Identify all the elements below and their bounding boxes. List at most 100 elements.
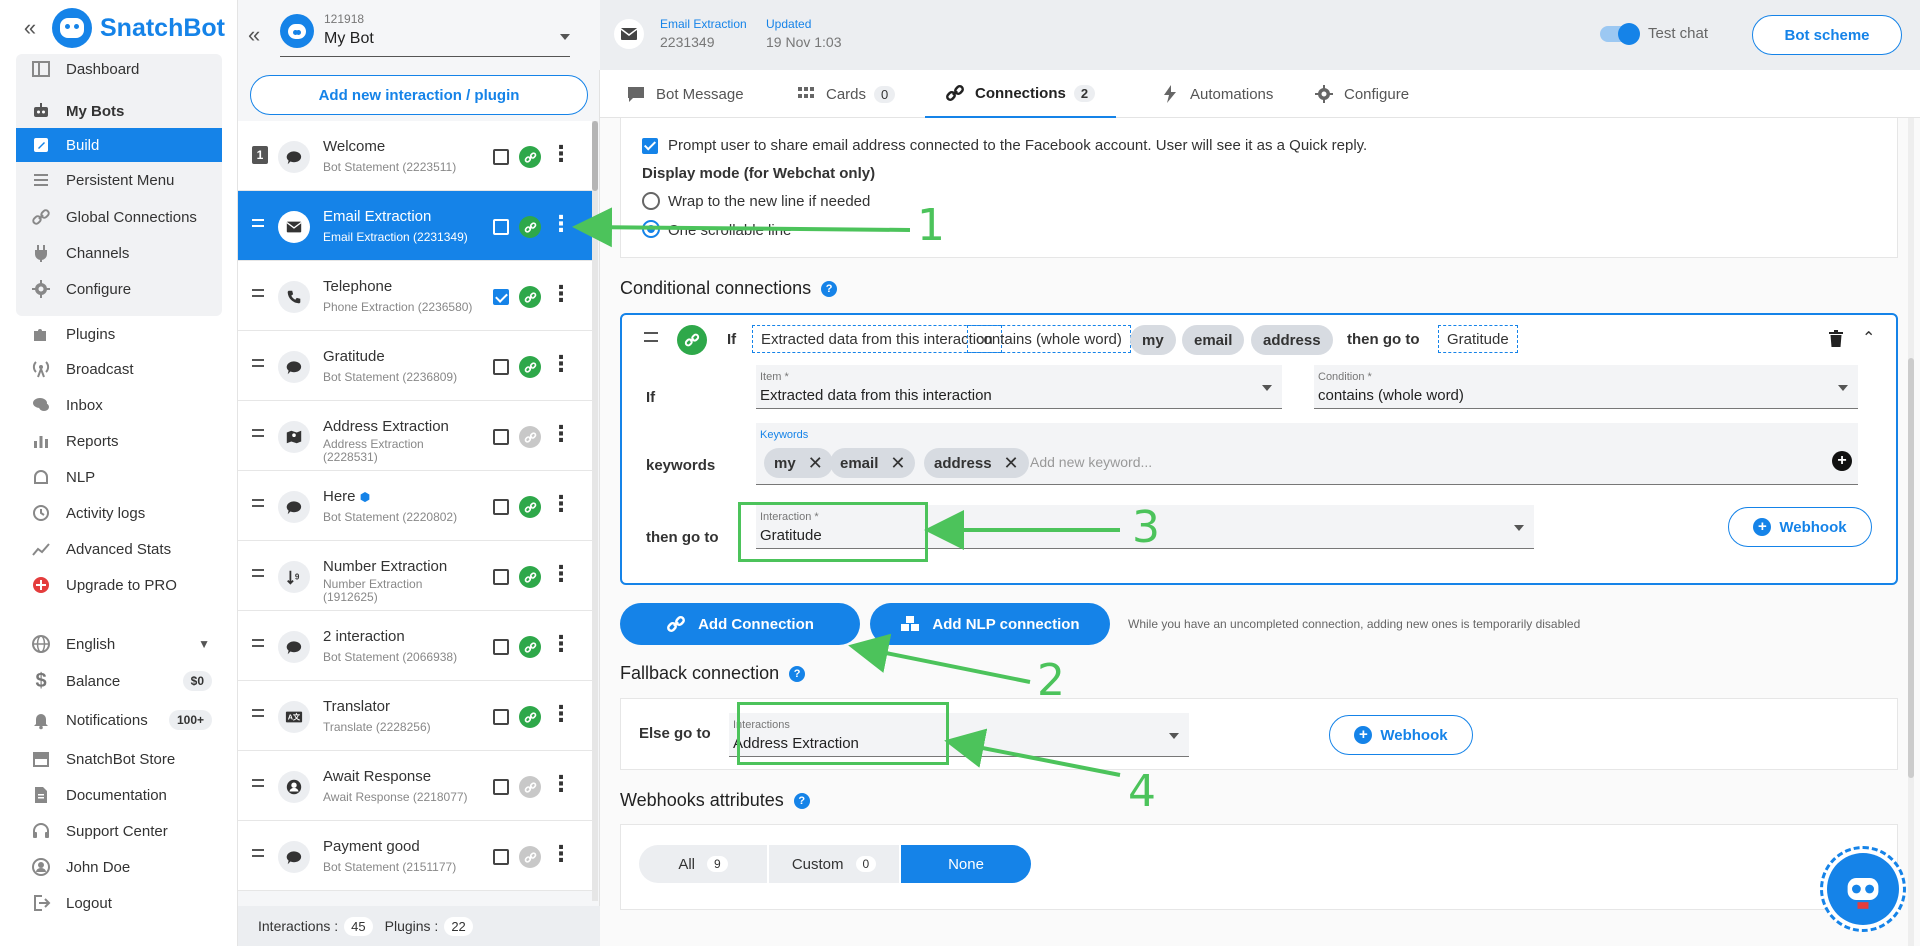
webhook-button[interactable]: + Webhook xyxy=(1728,507,1872,547)
tab-configure[interactable]: Configure xyxy=(1294,70,1429,118)
add-interaction-button[interactable]: Add new interaction / plugin xyxy=(250,75,588,115)
list-item[interactable]: Gratitude Bot Statement (2236809) xyxy=(238,331,592,401)
link-icon[interactable] xyxy=(519,426,541,448)
drag-handle-icon[interactable] xyxy=(644,332,658,342)
close-icon[interactable]: ✕ xyxy=(890,453,905,474)
nav-persistent-menu[interactable]: Persistent Menu xyxy=(16,162,222,198)
close-icon[interactable]: ✕ xyxy=(1004,453,1019,474)
prompt-share-checkbox[interactable] xyxy=(642,138,658,154)
drag-handle-icon[interactable] xyxy=(252,429,264,437)
interaction-checkbox[interactable] xyxy=(493,639,509,655)
drag-handle-icon[interactable] xyxy=(252,569,264,577)
interaction-select[interactable]: Interaction * Gratitude xyxy=(756,505,1534,549)
list-item[interactable]: Here ⬢ Bot Statement (2220802) xyxy=(238,471,592,541)
nav-dashboard[interactable]: Dashboard xyxy=(16,51,222,87)
trash-icon[interactable] xyxy=(1828,330,1844,348)
condition-select[interactable]: Condition * contains (whole word) xyxy=(1314,365,1858,409)
test-chat-toggle[interactable] xyxy=(1600,23,1640,45)
nav-store[interactable]: SnatchBot Store xyxy=(16,741,222,777)
tab-bot-message[interactable]: Bot Message xyxy=(606,70,764,118)
interaction-checkbox[interactable] xyxy=(493,149,509,165)
double-chevron-left-icon[interactable]: « xyxy=(8,15,52,41)
nav-language[interactable]: English ▼ xyxy=(16,626,222,662)
nav-configure[interactable]: Configure xyxy=(16,271,222,307)
interaction-checkbox[interactable] xyxy=(493,779,509,795)
nav-notifications[interactable]: Notifications 100+ xyxy=(16,702,222,738)
more-options-icon[interactable] xyxy=(550,281,572,307)
nav-global-connections[interactable]: Global Connections xyxy=(16,199,222,235)
add-nlp-connection-button[interactable]: Add NLP connection xyxy=(870,603,1110,645)
more-options-icon[interactable] xyxy=(550,631,572,657)
chat-widget-robot-icon[interactable] xyxy=(1820,846,1906,932)
add-connection-button[interactable]: Add Connection xyxy=(620,603,860,645)
nav-support[interactable]: Support Center xyxy=(16,813,222,849)
bot-selector[interactable]: « 121918 My Bot xyxy=(238,0,600,70)
close-icon[interactable]: ✕ xyxy=(808,453,823,474)
tab-automations[interactable]: Automations xyxy=(1140,70,1293,118)
link-icon[interactable] xyxy=(519,706,541,728)
nav-broadcast[interactable]: Broadcast xyxy=(16,351,222,387)
keyword-chip[interactable]: my ✕ xyxy=(764,448,833,478)
segment-all[interactable]: All 9 xyxy=(639,845,767,883)
interaction-checkbox[interactable] xyxy=(493,849,509,865)
link-icon[interactable] xyxy=(519,776,541,798)
nav-logout[interactable]: Logout xyxy=(16,885,222,921)
list-item[interactable]: Email Extraction Email Extraction (22313… xyxy=(238,191,592,261)
link-icon[interactable] xyxy=(519,286,541,308)
add-keyword-icon[interactable]: + xyxy=(1832,451,1852,471)
drag-handle-icon[interactable] xyxy=(252,289,264,297)
nav-advanced-stats[interactable]: Advanced Stats xyxy=(16,531,222,567)
list-item[interactable]: Payment good Bot Statement (2151177) xyxy=(238,821,592,891)
bot-scheme-button[interactable]: Bot scheme xyxy=(1752,15,1902,55)
nav-nlp[interactable]: NLP xyxy=(16,459,222,495)
nav-build[interactable]: Build xyxy=(16,128,222,162)
more-options-icon[interactable] xyxy=(550,141,572,167)
summary-item[interactable]: Extracted data from this interaction xyxy=(752,325,1002,353)
help-icon[interactable]: ? xyxy=(793,792,810,809)
tab-connections[interactable]: Connections 2 xyxy=(925,70,1116,118)
radio-scrollable[interactable] xyxy=(642,220,660,238)
link-icon[interactable] xyxy=(519,846,541,868)
drag-handle-icon[interactable] xyxy=(252,779,264,787)
nav-user[interactable]: John Doe xyxy=(16,849,222,885)
drag-handle-icon[interactable] xyxy=(252,359,264,367)
link-icon[interactable] xyxy=(519,636,541,658)
interaction-checkbox[interactable] xyxy=(493,289,509,305)
more-options-icon[interactable] xyxy=(550,421,572,447)
list-item[interactable]: Address Extraction Address Extraction (2… xyxy=(238,401,592,471)
nav-balance[interactable]: $ Balance $0 xyxy=(16,663,222,699)
help-icon[interactable]: ? xyxy=(789,665,806,682)
fallback-webhook-button[interactable]: + Webhook xyxy=(1329,715,1473,755)
keywords-input[interactable]: Keywords my ✕ email ✕ address ✕ Add new key… xyxy=(756,423,1858,485)
chevron-up-icon[interactable]: ⌃ xyxy=(1862,328,1875,348)
item-select[interactable]: Item * Extracted data from this interact… xyxy=(756,365,1282,409)
nav-inbox[interactable]: Inbox xyxy=(16,387,222,423)
nav-reports[interactable]: Reports xyxy=(16,423,222,459)
more-options-icon[interactable] xyxy=(550,491,572,517)
list-item[interactable]: 1 Welcome Bot Statement (2223511) xyxy=(238,121,592,191)
tab-cards[interactable]: Cards 0 xyxy=(776,70,915,118)
list-item[interactable]: Await Response Await Response (2218077) xyxy=(238,751,592,821)
drag-handle-icon[interactable] xyxy=(252,219,264,227)
list-scrollbar[interactable] xyxy=(592,121,598,901)
summary-target[interactable]: Gratitude xyxy=(1438,325,1518,353)
nav-upgrade-pro[interactable]: Upgrade to PRO xyxy=(16,567,222,603)
more-options-icon[interactable] xyxy=(550,701,572,727)
list-item[interactable]: A文 Translator Translate (2228256) xyxy=(238,681,592,751)
main-scrollbar[interactable] xyxy=(1908,118,1914,946)
link-icon[interactable] xyxy=(519,496,541,518)
interaction-checkbox[interactable] xyxy=(493,569,509,585)
help-icon[interactable]: ? xyxy=(821,280,838,297)
list-item[interactable]: 9 Number Extraction Number Extraction (1… xyxy=(238,541,592,611)
fallback-interaction-select[interactable]: Interactions Address Extraction xyxy=(729,713,1189,757)
interaction-checkbox[interactable] xyxy=(493,359,509,375)
interaction-checkbox[interactable] xyxy=(493,219,509,235)
list-item[interactable]: Telephone Phone Extraction (2236580) xyxy=(238,261,592,331)
drag-handle-icon[interactable] xyxy=(252,849,264,857)
double-chevron-left-icon[interactable]: « xyxy=(248,22,260,48)
nav-documentation[interactable]: Documentation xyxy=(16,777,222,813)
more-options-icon[interactable] xyxy=(550,771,572,797)
nav-channels[interactable]: Channels xyxy=(16,235,222,271)
more-options-icon[interactable] xyxy=(550,561,572,587)
snatchbot-logo[interactable] xyxy=(52,8,92,48)
